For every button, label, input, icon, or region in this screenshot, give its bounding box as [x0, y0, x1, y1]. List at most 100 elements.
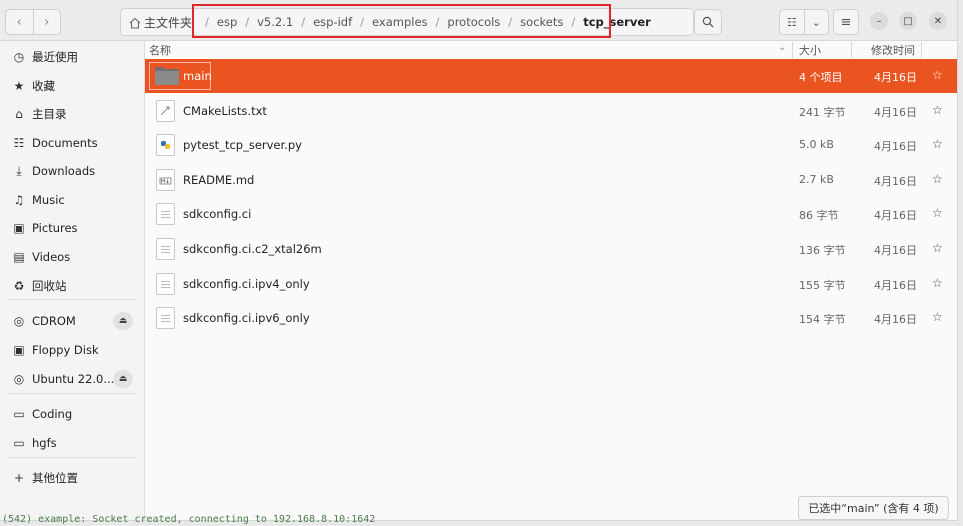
- breadcrumb-item[interactable]: sockets: [520, 15, 563, 29]
- star-icon[interactable]: ☆: [932, 103, 943, 117]
- python-glyph: [161, 141, 170, 150]
- maximize-button[interactable]: □: [899, 12, 917, 30]
- file-date: 4月16日: [874, 71, 917, 84]
- file-name: sdkconfig.ci: [183, 207, 252, 222]
- column-divider: [921, 42, 922, 58]
- file-name: sdkconfig.ci.c2_xtal26m: [183, 242, 322, 256]
- star-icon[interactable]: ☆: [932, 206, 943, 220]
- python-file-icon: [156, 134, 175, 157]
- folder-icon: ▭: [13, 436, 25, 450]
- file-row[interactable]: sdkconfig.ci.ipv4_only 155 字节 4月16日 ☆: [145, 267, 957, 301]
- sidebar-item[interactable]: ▣ Floppy Disk: [0, 337, 144, 363]
- sidebar-item[interactable]: ▭ hgfs: [0, 430, 144, 456]
- column-modified-header[interactable]: 修改时间: [871, 42, 915, 58]
- sidebar-item-label: Ubuntu 22.0...: [32, 372, 115, 386]
- file-size: 136 字节: [799, 244, 846, 257]
- star-icon[interactable]: ☆: [932, 241, 943, 255]
- minimize-button[interactable]: –: [870, 12, 888, 30]
- grid-view-button[interactable]: ☷: [780, 10, 804, 34]
- breadcrumb-item[interactable]: esp-idf: [313, 15, 352, 29]
- eject-icon[interactable]: ⏏: [113, 370, 133, 388]
- sidebar-item-label: CDROM: [32, 314, 76, 328]
- file-row[interactable]: pytest_tcp_server.py 5.0 kB 4月16日 ☆: [145, 128, 957, 162]
- sidebar-item[interactable]: + 其他位置: [0, 465, 144, 491]
- column-divider: [792, 42, 793, 58]
- file-name: CMakeLists.txt: [183, 103, 267, 118]
- breadcrumb-separator: /: [508, 15, 513, 29]
- file-manager-window: ‹ › 主文件夹 / esp / v5.2.1 / esp-idf / examples / pr…: [0, 0, 958, 521]
- breadcrumb-separator: /: [245, 15, 250, 29]
- file-date: 4月16日: [874, 105, 917, 119]
- text-lines: [161, 211, 170, 220]
- star-icon[interactable]: ☆: [932, 172, 943, 186]
- column-size-header[interactable]: 大小: [799, 42, 821, 58]
- forward-button[interactable]: ›: [32, 10, 61, 34]
- close-button[interactable]: ✕: [929, 12, 947, 30]
- nav-buttons: ‹ ›: [5, 9, 61, 35]
- search-button[interactable]: [694, 9, 722, 35]
- file-row[interactable]: main 4 个项目 4月16日 ☆: [145, 59, 957, 93]
- column-header: 名称 ⌄ 大小 修改时间: [145, 41, 957, 59]
- file-size: 154 字节: [799, 313, 846, 327]
- sidebar-item[interactable]: ♫ Music: [0, 187, 144, 213]
- sidebar-item[interactable]: ⤓ Downloads: [0, 158, 144, 184]
- star-icon: ★: [13, 79, 25, 93]
- breadcrumb-separator: /: [360, 15, 365, 29]
- text-file-icon: [156, 307, 175, 330]
- sidebar-item-label: Downloads: [32, 164, 96, 178]
- folder-icon: ▭: [13, 407, 25, 421]
- home-icon: ⌂: [15, 107, 23, 121]
- background-terminal-text: (542) example: Socket created, connectin…: [2, 514, 376, 525]
- star-icon[interactable]: ☆: [932, 310, 943, 324]
- trash-icon: ♻: [13, 279, 25, 293]
- file-list: 名称 ⌄ 大小 修改时间 main 4 个项目 4月16日 ☆ CMakeLists.t…: [145, 41, 957, 496]
- sidebar-item-label: 最近使用: [32, 50, 78, 64]
- sidebar-item[interactable]: ☷ Documents: [0, 130, 144, 156]
- sidebar-item[interactable]: ♻ 回收站: [0, 273, 144, 299]
- breadcrumb-home[interactable]: 主文件夹: [129, 14, 192, 31]
- document-icon: ☷: [13, 136, 25, 150]
- sidebar-item[interactable]: ◎ Ubuntu 22.0... ⏏: [0, 366, 144, 392]
- star-icon[interactable]: ☆: [932, 276, 943, 290]
- breadcrumb-item[interactable]: v5.2.1: [257, 15, 293, 29]
- file-name: README.md: [183, 172, 255, 187]
- sidebar-divider: [8, 299, 136, 300]
- file-date: 4月16日: [874, 278, 917, 292]
- sidebar-item[interactable]: ★ 收藏: [0, 73, 144, 99]
- star-icon[interactable]: ☆: [932, 68, 943, 82]
- view-options-button[interactable]: ⌄: [803, 10, 829, 34]
- path-bar[interactable]: 主文件夹 / esp / v5.2.1 / esp-idf / examples / protoc…: [120, 8, 796, 36]
- breadcrumb: / esp / v5.2.1 / esp-idf / examples / protocols / s…: [197, 9, 651, 35]
- breadcrumb-item[interactable]: examples: [372, 15, 428, 29]
- chevron-right-icon: ›: [44, 14, 50, 30]
- file-size: 155 字节: [799, 278, 846, 292]
- breadcrumb-item[interactable]: protocols: [447, 15, 500, 29]
- sidebar-item[interactable]: ▭ Coding: [0, 401, 144, 427]
- sidebar-item[interactable]: ◷ 最近使用: [0, 44, 144, 70]
- view-toggle: ☷ ⌄: [779, 9, 829, 35]
- file-row[interactable]: README.md 2.7 kB 4月16日 ☆: [145, 163, 957, 197]
- sidebar-item[interactable]: ▣ Pictures: [0, 215, 144, 241]
- sidebar-item[interactable]: ⌂ 主目录: [0, 101, 144, 127]
- file-row[interactable]: sdkconfig.ci.c2_xtal26m 136 字节 4月16日 ☆: [145, 232, 957, 266]
- breadcrumb-item[interactable]: tcp_server: [583, 15, 651, 29]
- text-file-icon: [156, 238, 175, 260]
- disc-icon: ◎: [13, 372, 25, 386]
- main-menu-button[interactable]: ≡: [833, 9, 859, 35]
- file-size: 5.0 kB: [799, 138, 834, 152]
- file-row[interactable]: sdkconfig.ci.ipv6_only 154 字节 4月16日 ☆: [145, 301, 957, 335]
- star-icon[interactable]: ☆: [932, 137, 943, 151]
- breadcrumb-separator: /: [571, 15, 576, 29]
- eject-icon[interactable]: ⏏: [113, 312, 133, 330]
- file-row[interactable]: sdkconfig.ci 86 字节 4月16日 ☆: [145, 197, 957, 231]
- sidebar-item[interactable]: ▤ Videos: [0, 244, 144, 270]
- back-button[interactable]: ‹: [6, 10, 33, 34]
- file-name: main: [183, 69, 212, 83]
- column-name-header[interactable]: 名称: [149, 42, 171, 58]
- file-date: 4月16日: [874, 174, 917, 188]
- picture-icon: ▣: [13, 221, 25, 235]
- sidebar-item[interactable]: ◎ CDROM ⏏: [0, 308, 144, 334]
- breadcrumb-item[interactable]: esp: [217, 15, 237, 29]
- file-row[interactable]: CMakeLists.txt 241 字节 4月16日 ☆: [145, 94, 957, 128]
- chevron-down-icon: ⌄: [811, 15, 821, 29]
